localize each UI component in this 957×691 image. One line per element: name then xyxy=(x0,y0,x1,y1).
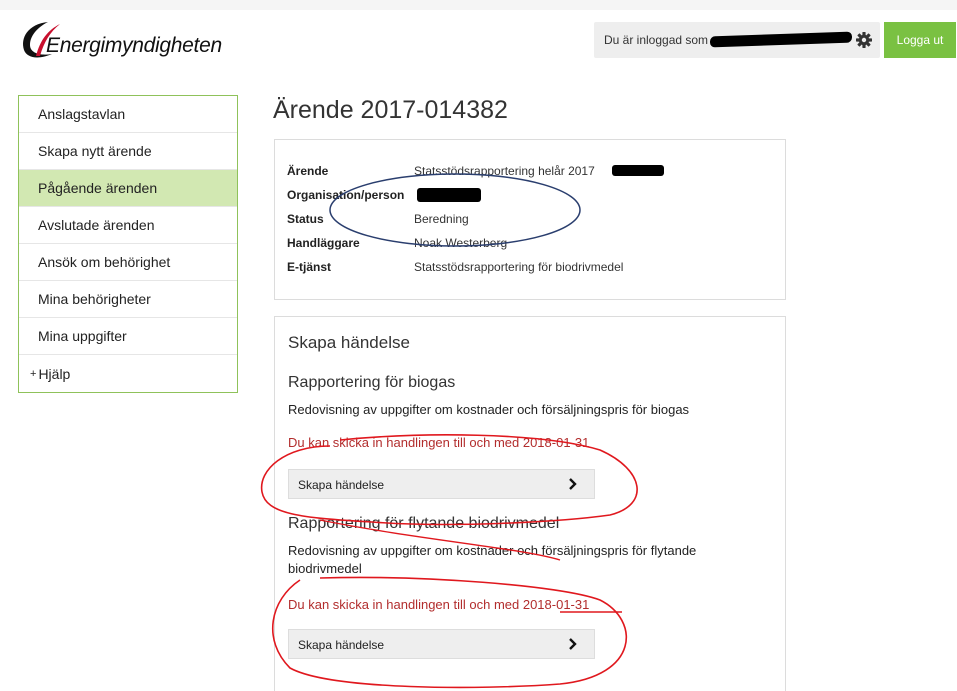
info-key: E-tjänst xyxy=(287,260,332,274)
event-title: Rapportering för flytande biodrivmedel xyxy=(288,515,560,532)
gear-icon[interactable] xyxy=(854,30,874,50)
top-strip xyxy=(0,0,957,10)
info-value: Statsstödsrapportering helår 2017 xyxy=(414,164,595,178)
create-event-button[interactable]: Skapa händelse xyxy=(288,469,595,499)
info-key: Organisation/person xyxy=(287,188,405,202)
event-description: Redovisning av uppgifter om kostnader oc… xyxy=(288,402,690,417)
info-value: Beredning xyxy=(414,212,469,226)
sidebar-item-label: Hjälp xyxy=(38,365,71,382)
info-value: Statsstödsrapportering för biodrivmedel xyxy=(414,260,624,274)
info-key: Status xyxy=(287,212,324,226)
brand-logo[interactable]: Energimyndigheten xyxy=(18,20,228,70)
button-label: Skapa händelse xyxy=(298,638,385,652)
expand-plus-icon: + xyxy=(30,367,37,380)
redacted-username xyxy=(710,31,852,48)
chevron-right-icon xyxy=(569,638,577,650)
sidebar-item-avslutade-arenden[interactable]: Avslutade ärenden xyxy=(19,207,237,244)
event-deadline: Du kan skicka in handlingen till och med… xyxy=(288,435,590,450)
info-key: Ärende xyxy=(287,164,329,178)
info-value: Noak Westerberg xyxy=(414,236,508,250)
event-title: Rapportering för biogas xyxy=(288,374,456,391)
page-title: Ärende 2017-014382 xyxy=(273,96,508,124)
sidebar-item-anslagstavlan[interactable]: Anslagstavlan xyxy=(19,96,237,133)
sidebar-item-ansok-om-behorighet[interactable]: Ansök om behörighet xyxy=(19,244,237,281)
sidebar-item-mina-behorigheter[interactable]: Mina behörigheter xyxy=(19,281,237,318)
create-event-button[interactable]: Skapa händelse xyxy=(288,629,595,659)
event-description: Redovisning av uppgifter om kostnader oc… xyxy=(288,543,697,576)
logout-button[interactable]: Logga ut xyxy=(884,22,956,58)
redacted-text xyxy=(612,165,664,176)
create-event-panel: Skapa händelse Rapportering för biogas R… xyxy=(274,316,786,691)
info-key: Handläggare xyxy=(287,236,360,250)
panel-heading: Skapa händelse xyxy=(288,333,410,352)
chevron-right-icon xyxy=(569,478,577,490)
brand-name: Energimyndigheten xyxy=(46,34,222,57)
redacted-text xyxy=(417,188,481,202)
user-bar: Du är inloggad som xyxy=(594,22,880,58)
sidebar-nav: Anslagstavlan Skapa nytt ärende Pågående… xyxy=(18,95,238,393)
case-info-panel: Ärende Statsstödsrapportering helår 2017… xyxy=(274,139,786,300)
logged-in-text: Du är inloggad som xyxy=(604,33,709,47)
button-label: Skapa händelse xyxy=(298,478,385,492)
sidebar-item-mina-uppgifter[interactable]: Mina uppgifter xyxy=(19,318,237,355)
sidebar-item-skapa-nytt-arende[interactable]: Skapa nytt ärende xyxy=(19,133,237,170)
sidebar-item-pagaende-arenden[interactable]: Pågående ärenden xyxy=(19,170,237,207)
page: Energimyndigheten Du är inloggad som Log… xyxy=(0,0,957,691)
sidebar-item-hjalp[interactable]: + Hjälp xyxy=(19,355,237,392)
event-deadline: Du kan skicka in handlingen till och med… xyxy=(288,597,590,612)
